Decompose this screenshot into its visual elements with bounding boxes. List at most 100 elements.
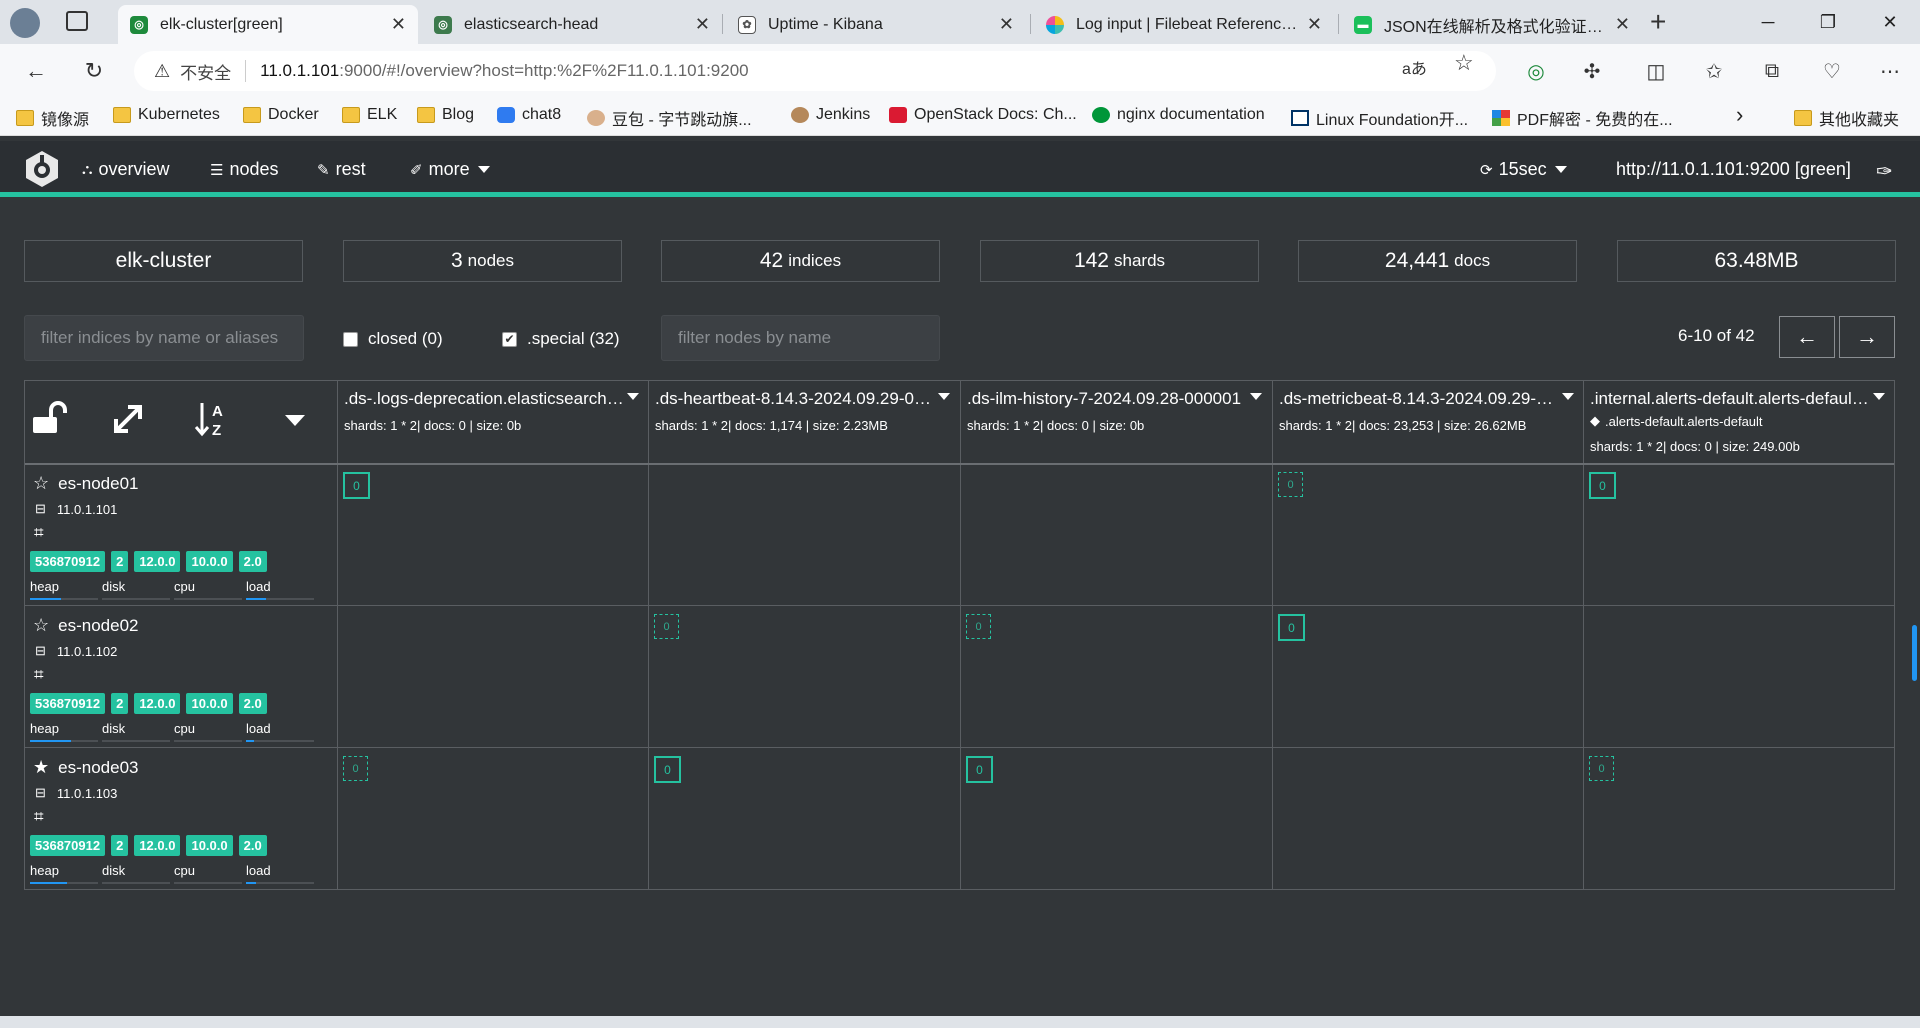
restore-icon[interactable]: ❐ [1800,0,1856,44]
tab-json-parser[interactable]: ▬ JSON在线解析及格式化验证 - JS ✕ [1342,5,1642,44]
overview-grid: A Z .ds-.logs-deprecation.elasticsearch-… [24,380,1895,890]
primary-shard[interactable]: 0 [966,756,993,783]
refresh-interval-dropdown[interactable]: ⟳ 15sec [1480,159,1567,180]
new-tab-icon[interactable]: + [1650,6,1666,38]
checkbox-unchecked[interactable] [343,331,358,347]
nav-nodes[interactable]: ☰ nodes [210,159,279,180]
bookmark-item[interactable]: 镜像源 [16,106,89,130]
profile-avatar[interactable] [10,8,40,38]
close-icon[interactable]: ✕ [391,14,406,35]
index-name[interactable]: .ds-ilm-history-7-2024.09.28-000001 [967,389,1247,409]
filter-indices-input[interactable]: filter indices by name or aliases [24,315,304,361]
bookmark-item[interactable]: chat8 [497,106,561,124]
bookmark-item[interactable]: nginx documentation [1092,106,1265,124]
close-icon[interactable]: ✕ [999,14,1014,35]
primary-shard[interactable]: 0 [1589,472,1616,499]
read-aloud-icon[interactable]: aあ [1402,55,1427,79]
replica-shard[interactable]: 0 [966,614,991,639]
bookmark-item[interactable]: Jenkins [791,106,870,124]
split-screen-icon[interactable]: ◫ [1638,53,1674,89]
cerebro-logo-icon[interactable] [22,149,62,189]
bookmark-item[interactable]: PDF解密 - 免费的在... [1492,106,1673,130]
node-badge: 2 [111,693,129,714]
node-name-label[interactable]: es-node03 [58,758,138,778]
tab-elasticsearch-head[interactable]: ◎ elasticsearch-head ✕ [422,5,722,44]
index-column-header[interactable]: .ds-.logs-deprecation.elasticsearch-defa… [338,381,647,463]
node-name[interactable]: ☆ es-node01 [33,473,138,494]
node-name[interactable]: ☆ es-node02 [33,615,138,636]
disconnect-plug-icon[interactable]: ✑ [1876,159,1893,184]
bookmark-item[interactable]: 豆包 - 字节跳动旗... [587,106,752,130]
closed-indices-checkbox[interactable]: closed (0) [343,329,443,349]
index-name[interactable]: .ds-.logs-deprecation.elasticsearch-defa… [344,389,624,409]
minimize-icon[interactable]: ─ [1740,0,1796,44]
close-icon[interactable]: ✕ [695,14,710,35]
tab-elk-cluster[interactable]: ◎ elk-cluster[green] ✕ [118,5,418,44]
chevron-down-icon[interactable] [1562,393,1574,400]
node-name-label[interactable]: es-node02 [58,616,138,636]
close-icon[interactable]: ✕ [1307,14,1322,35]
index-column-header[interactable]: .ds-metricbeat-8.14.3-2024.09.29-000001 s… [1273,381,1582,463]
reload-icon[interactable]: ↻ [76,53,112,89]
metric-disk: disk [102,721,174,742]
bookmark-item[interactable]: Docker [243,106,319,124]
favorites-icon[interactable]: ✩ [1696,53,1732,89]
crop-icon[interactable]: ⌗ [34,807,44,827]
browser-essentials-icon[interactable]: ♡ [1814,53,1850,89]
index-name[interactable]: .ds-metricbeat-8.14.3-2024.09.29-000001 [1279,389,1559,409]
tab-filebeat-log-input[interactable]: Log input | Filebeat Reference [8 ✕ [1034,5,1334,44]
expand-icon[interactable] [108,399,148,439]
index-alias: ◆ .alerts-default.alerts-default [1590,413,1763,429]
column-options-dropdown-icon[interactable] [285,415,305,426]
nav-rest[interactable]: ✎ rest [317,159,366,180]
crop-icon[interactable]: ⌗ [34,665,44,685]
extension-elasticsearch-head-icon[interactable]: ◎ [1518,53,1554,89]
chevron-down-icon[interactable] [1250,393,1262,400]
index-column-header[interactable]: .ds-heartbeat-8.14.3-2024.09.29-000001 sh… [649,381,958,463]
unlock-icon[interactable] [29,399,69,439]
collections-icon[interactable]: ⧉ [1754,53,1790,89]
replica-shard[interactable]: 0 [654,614,679,639]
replica-shard[interactable]: 0 [343,756,368,781]
checkbox-checked-icon[interactable]: ✔ [502,331,517,347]
special-indices-checkbox[interactable]: ✔ .special (32) [502,329,620,349]
url-input[interactable]: ⚠ 不安全 11.0.1.101:9000/#!/overview?host=h… [134,51,1496,91]
nav-overview[interactable]: ⛬ overview [82,159,170,180]
bookmarks-overflow-icon[interactable]: › [1736,102,1743,128]
bookmark-item[interactable]: ELK [342,106,397,124]
primary-shard[interactable]: 0 [1278,614,1305,641]
index-name[interactable]: .internal.alerts-default.alerts-default-… [1590,389,1870,409]
previous-page-button[interactable]: ← [1779,316,1835,358]
window-close-icon[interactable]: ✕ [1862,0,1918,44]
bookmark-item[interactable]: Kubernetes [113,106,220,124]
bookmark-item[interactable]: OpenStack Docs: Ch... [889,106,1077,124]
primary-shard[interactable]: 0 [654,756,681,783]
filter-nodes-input[interactable]: filter nodes by name [661,315,940,361]
index-name[interactable]: .ds-heartbeat-8.14.3-2024.09.29-000001 [655,389,935,409]
node-name[interactable]: ★ es-node03 [33,757,138,778]
close-icon[interactable]: ✕ [1615,14,1630,35]
extensions-icon[interactable]: ✣ [1574,53,1610,89]
scrollbar-thumb[interactable] [1912,625,1917,681]
nav-more-dropdown[interactable]: ✐ more [410,159,490,180]
other-bookmarks[interactable]: 其他收藏夹 [1794,106,1899,130]
replica-shard[interactable]: 0 [1278,472,1303,497]
settings-more-icon[interactable]: ⋯ [1872,53,1908,89]
index-column-header[interactable]: .internal.alerts-default.alerts-default-… [1584,381,1893,463]
chevron-down-icon[interactable] [1873,393,1885,400]
replica-shard[interactable]: 0 [1589,756,1614,781]
crop-icon[interactable]: ⌗ [34,523,44,543]
chevron-down-icon[interactable] [938,393,950,400]
back-icon[interactable]: ← [18,53,54,89]
sort-alpha-icon[interactable]: A Z [192,399,232,439]
bookmark-item[interactable]: Blog [417,106,474,124]
chevron-down-icon[interactable] [627,393,639,400]
index-column-header[interactable]: .ds-ilm-history-7-2024.09.28-000001 shard… [961,381,1270,463]
node-name-label[interactable]: es-node01 [58,474,138,494]
tab-actions-icon[interactable] [66,11,88,31]
favorite-star-icon[interactable]: ☆ [1454,50,1474,76]
tab-uptime-kibana[interactable]: ✿ Uptime - Kibana ✕ [726,5,1026,44]
next-page-button[interactable]: → [1839,316,1895,358]
bookmark-item[interactable]: Linux Foundation开... [1291,106,1468,130]
primary-shard[interactable]: 0 [343,472,370,499]
